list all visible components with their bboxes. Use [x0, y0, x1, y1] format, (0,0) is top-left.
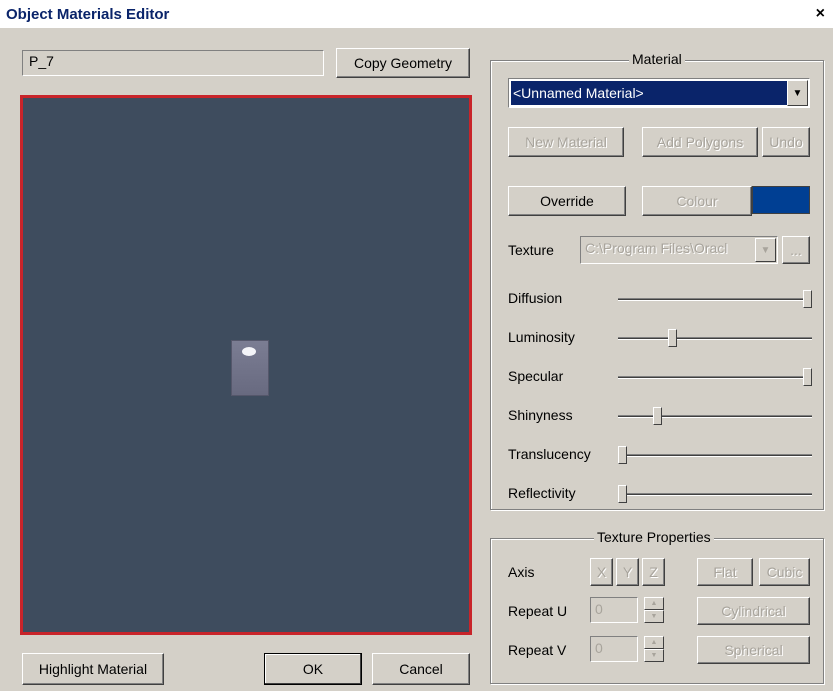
slider-label-specular: Specular [508, 368, 564, 384]
preview-viewport[interactable] [20, 95, 472, 635]
repeat-v-stepper[interactable]: ▲ ▼ [644, 636, 664, 662]
material-select[interactable]: <Unnamed Material> ▼ [508, 78, 810, 108]
slider-track-diffusion[interactable] [618, 298, 812, 301]
stepper-down-icon[interactable]: ▼ [644, 649, 664, 662]
slider-track-specular[interactable] [618, 376, 812, 379]
texture-label: Texture [508, 242, 554, 258]
new-material-button[interactable]: New Material [508, 127, 624, 157]
chevron-down-icon[interactable]: ▼ [787, 80, 808, 106]
slider-thumb-reflectivity[interactable] [618, 485, 627, 503]
slider-track-luminosity[interactable] [618, 337, 812, 340]
colour-swatch[interactable] [752, 186, 810, 214]
repeat-u-input[interactable]: 0 [590, 597, 638, 623]
ok-button[interactable]: OK [264, 653, 362, 685]
colour-button[interactable]: Colour [642, 186, 752, 216]
window-title: Object Materials Editor [6, 6, 170, 23]
stepper-up-icon[interactable]: ▲ [644, 636, 664, 649]
slider-label-translucency: Translucency [508, 446, 591, 462]
cancel-button[interactable]: Cancel [372, 653, 470, 685]
copy-geometry-button[interactable]: Copy Geometry [336, 48, 470, 78]
browse-button[interactable]: ... [782, 236, 810, 264]
close-icon[interactable]: × [816, 5, 825, 23]
undo-button[interactable]: Undo [762, 127, 810, 157]
slider-label-luminosity: Luminosity [508, 329, 575, 345]
axis-label: Axis [508, 564, 535, 580]
spherical-button[interactable]: Spherical [697, 636, 810, 664]
slider-thumb-diffusion[interactable] [803, 290, 812, 308]
slider-track-reflectivity[interactable] [618, 493, 812, 496]
highlight-material-button[interactable]: Highlight Material [22, 653, 164, 685]
preview-object [231, 340, 269, 396]
cubic-button[interactable]: Cubic [759, 558, 810, 586]
chevron-down-icon[interactable]: ▼ [755, 238, 776, 262]
slider-thumb-translucency[interactable] [618, 446, 627, 464]
slider-label-reflectivity: Reflectivity [508, 485, 576, 501]
add-polygons-button[interactable]: Add Polygons [642, 127, 758, 157]
repeat-u-stepper[interactable]: ▲ ▼ [644, 597, 664, 623]
repeat-u-label: Repeat U [508, 603, 568, 619]
specular-highlight [242, 347, 256, 356]
slider-thumb-specular[interactable] [803, 368, 812, 386]
slider-track-translucency[interactable] [618, 454, 812, 457]
stepper-down-icon[interactable]: ▼ [644, 610, 664, 623]
axis-z-button[interactable]: Z [642, 558, 665, 586]
repeat-v-input[interactable]: 0 [590, 636, 638, 662]
slider-thumb-luminosity[interactable] [667, 329, 677, 347]
axis-x-button[interactable]: X [590, 558, 613, 586]
override-button[interactable]: Override [508, 186, 626, 216]
title-bar: Object Materials Editor × [0, 0, 833, 28]
repeat-v-label: Repeat V [508, 642, 567, 658]
slider-label-shinyness: Shinyness [508, 407, 573, 423]
slider-label-diffusion: Diffusion [508, 290, 563, 306]
slider-track-shinyness[interactable] [618, 415, 812, 418]
texture-path: C:\Program Files\Oracl [585, 240, 728, 256]
object-name-field[interactable]: P_7 [22, 50, 324, 76]
slider-thumb-shinyness[interactable] [653, 407, 663, 425]
flat-button[interactable]: Flat [697, 558, 753, 586]
stepper-up-icon[interactable]: ▲ [644, 597, 664, 610]
cylindrical-button[interactable]: Cylindrical [697, 597, 810, 625]
material-group-label: Material [629, 51, 685, 67]
texture-select[interactable]: C:\Program Files\Oracl ▼ [580, 236, 778, 264]
axis-y-button[interactable]: Y [616, 558, 639, 586]
texture-properties-label: Texture Properties [594, 529, 714, 545]
material-select-value: <Unnamed Material> [511, 81, 787, 105]
